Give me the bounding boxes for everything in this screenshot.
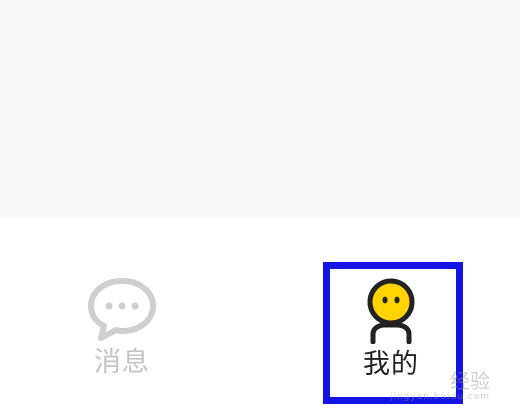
- profile-face-icon: [367, 278, 415, 344]
- chat-bubble-icon: [88, 278, 156, 341]
- content-area: [0, 0, 520, 218]
- tab-messages-label: 消息: [94, 347, 150, 378]
- watermark: 经验 jingyan.baidu.com: [390, 370, 490, 402]
- tab-mine[interactable]: 我的: [331, 276, 451, 382]
- tab-messages[interactable]: 消息: [62, 276, 182, 380]
- app-screen: 消息 我的 经验 jingyan.baidu.com: [0, 0, 520, 412]
- watermark-text: 经验: [450, 369, 490, 393]
- watermark-url: jingyan.baidu.com: [389, 392, 490, 402]
